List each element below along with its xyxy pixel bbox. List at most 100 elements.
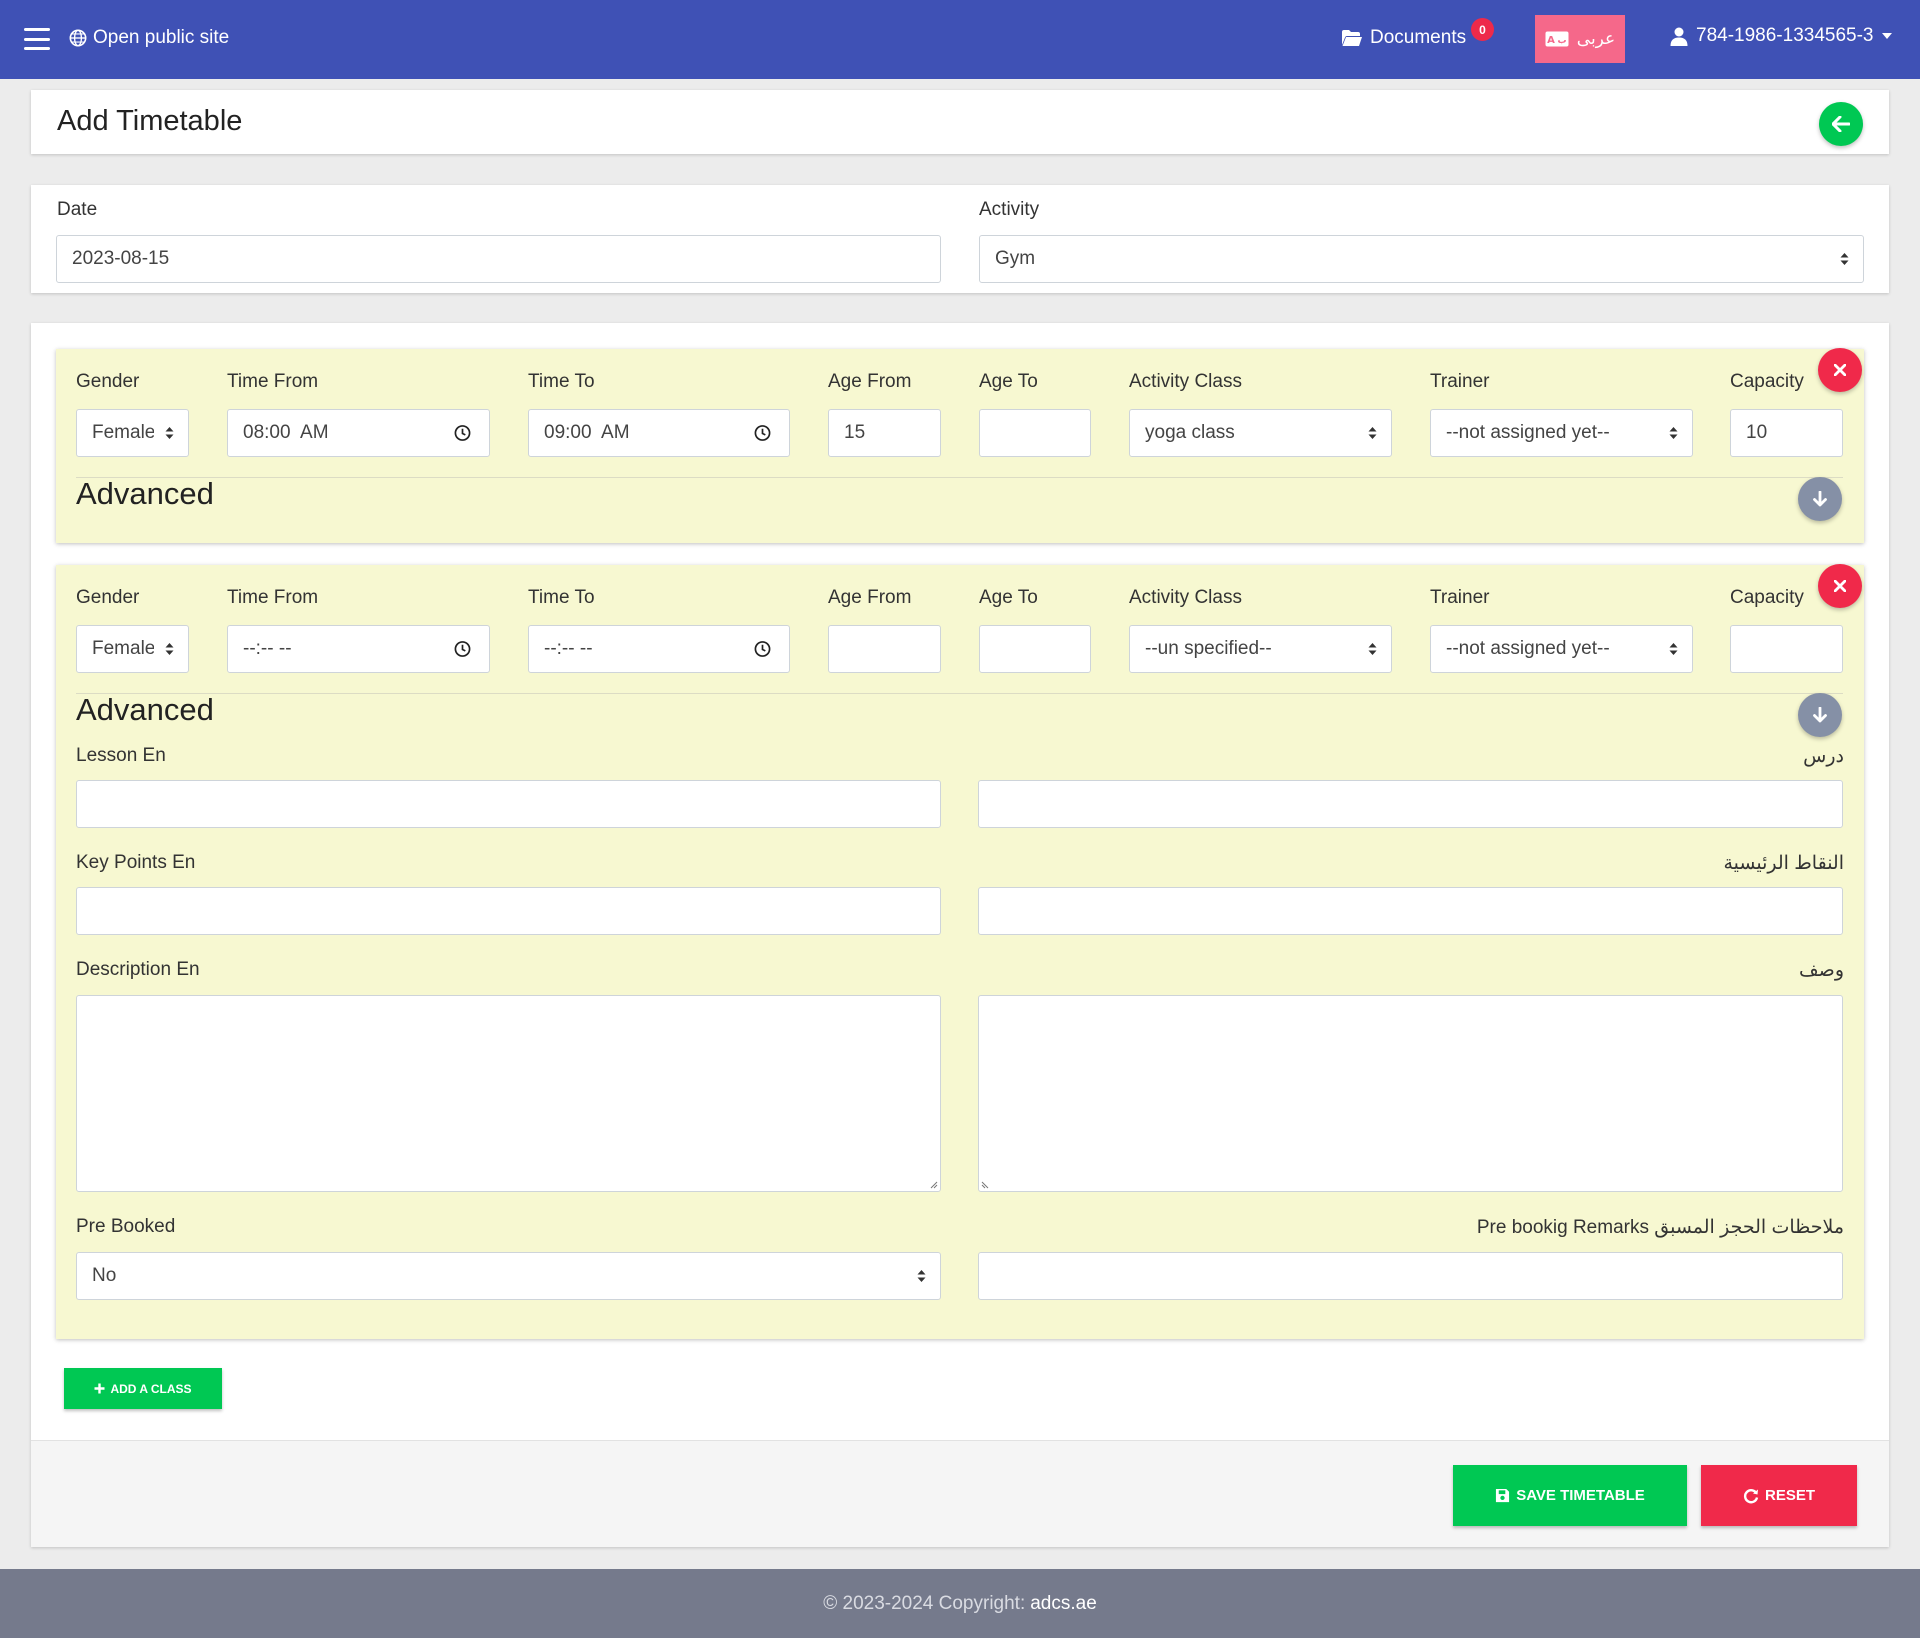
- remove-class-button[interactable]: [1818, 348, 1862, 392]
- top-navbar: Open public site Documents 0 Aب عربى 784…: [0, 0, 1920, 79]
- activity-class-select[interactable]: yoga class: [1129, 409, 1392, 457]
- clock-icon[interactable]: [754, 425, 771, 442]
- trainer-value: --not assigned yet--: [1446, 638, 1610, 659]
- save-icon: [1496, 1488, 1510, 1503]
- class-item: Gender Time From Time To Age From Age To…: [56, 564, 1864, 1339]
- close-icon: [1834, 580, 1846, 592]
- svg-text:A: A: [1547, 35, 1555, 46]
- select-arrows-icon: [1368, 643, 1377, 655]
- time-from-value: 08:00 AM: [243, 422, 329, 443]
- activity-select[interactable]: Gym: [979, 235, 1864, 283]
- activity-class-label: Activity Class: [1129, 587, 1242, 608]
- documents-link[interactable]: Documents 0: [1341, 18, 1494, 49]
- clock-icon[interactable]: [454, 425, 471, 442]
- capacity-input[interactable]: [1730, 625, 1843, 673]
- age-from-input[interactable]: 15: [828, 409, 941, 457]
- documents-count-badge: 0: [1471, 18, 1494, 41]
- time-to-label: Time To: [528, 587, 595, 608]
- age-to-label: Age To: [979, 371, 1038, 392]
- footer-site-link[interactable]: adcs.ae: [1030, 1593, 1097, 1615]
- capacity-label: Capacity: [1730, 587, 1804, 608]
- trainer-label: Trainer: [1430, 371, 1490, 392]
- clock-icon[interactable]: [754, 641, 771, 658]
- globe-icon: [69, 29, 87, 47]
- lesson-ar-label: درس: [1803, 746, 1844, 767]
- menu-icon[interactable]: [24, 28, 50, 50]
- remove-class-button[interactable]: [1818, 564, 1862, 608]
- description-en-textarea[interactable]: [76, 995, 941, 1192]
- caret-down-icon: [1881, 33, 1892, 39]
- plus-icon: [94, 1383, 105, 1394]
- documents-label: Documents: [1370, 27, 1467, 48]
- divider: [76, 477, 1843, 478]
- time-to-label: Time To: [528, 371, 595, 392]
- age-to-input[interactable]: [979, 625, 1091, 673]
- gender-label: Gender: [76, 371, 140, 392]
- gender-select[interactable]: Female: [76, 625, 189, 673]
- divider: [76, 693, 1843, 694]
- gender-value: Female: [92, 422, 154, 443]
- capacity-value: 10: [1746, 422, 1768, 443]
- user-icon: [1670, 27, 1688, 46]
- trainer-value: --not assigned yet--: [1446, 422, 1610, 443]
- svg-text:ب: ب: [1557, 36, 1566, 46]
- lesson-en-input[interactable]: [76, 780, 941, 828]
- capacity-label: Capacity: [1730, 371, 1804, 392]
- capacity-input[interactable]: 10: [1730, 409, 1843, 457]
- age-from-value: 15: [844, 422, 866, 443]
- advanced-title: Advanced: [76, 692, 214, 727]
- reset-button[interactable]: RESET: [1701, 1465, 1857, 1526]
- save-timetable-button[interactable]: SAVE TIMETABLE: [1453, 1465, 1687, 1526]
- open-public-site-label: Open public site: [93, 27, 230, 48]
- trainer-select[interactable]: --not assigned yet--: [1430, 409, 1693, 457]
- language-switch-button[interactable]: Aب عربى: [1535, 15, 1625, 63]
- classes-card: Gender Time From Time To Age From Age To…: [31, 323, 1889, 1547]
- page-header-card: Add Timetable: [31, 90, 1889, 154]
- user-menu[interactable]: 784-1986-1334565-3: [1670, 25, 1892, 47]
- activity-class-select[interactable]: --un specified--: [1129, 625, 1392, 673]
- key-points-ar-label: النقاط الرئيسية: [1723, 853, 1845, 874]
- time-from-value: --:-- --: [243, 638, 292, 659]
- copyright-text: © 2023-2024 Copyright:: [823, 1592, 1026, 1614]
- age-from-label: Age From: [828, 371, 912, 392]
- open-public-site-link[interactable]: Open public site: [69, 27, 229, 49]
- select-arrows-icon: [165, 643, 174, 655]
- resize-handle-icon[interactable]: [981, 1179, 991, 1189]
- trainer-select[interactable]: --not assigned yet--: [1430, 625, 1693, 673]
- clock-icon[interactable]: [454, 641, 471, 658]
- date-input[interactable]: 2023-08-15: [56, 235, 941, 283]
- gender-select[interactable]: Female: [76, 409, 189, 457]
- arrow-down-icon: [1813, 491, 1827, 507]
- user-id: 784-1986-1334565-3: [1696, 25, 1874, 46]
- pre-booked-select[interactable]: No: [76, 1252, 941, 1300]
- lesson-ar-input[interactable]: [978, 780, 1843, 828]
- age-from-label: Age From: [828, 587, 912, 608]
- time-from-input[interactable]: --:-- --: [227, 625, 490, 673]
- arrow-left-icon: [1832, 116, 1850, 132]
- refresh-icon: [1743, 1488, 1759, 1503]
- time-to-value: --:-- --: [544, 638, 593, 659]
- time-to-input[interactable]: --:-- --: [528, 625, 790, 673]
- key-points-ar-input[interactable]: [978, 887, 1843, 935]
- advanced-toggle-button[interactable]: [1798, 693, 1842, 737]
- time-to-value: 09:00 AM: [544, 422, 630, 443]
- resize-handle-icon[interactable]: [928, 1179, 938, 1189]
- age-from-input[interactable]: [828, 625, 941, 673]
- language-label: عربى: [1576, 29, 1616, 48]
- reset-label: RESET: [1764, 1487, 1815, 1504]
- date-label: Date: [57, 199, 98, 220]
- add-class-button[interactable]: ADD A CLASS: [64, 1368, 222, 1409]
- time-from-label: Time From: [227, 371, 319, 392]
- time-from-input[interactable]: 08:00 AM: [227, 409, 490, 457]
- time-to-input[interactable]: 09:00 AM: [528, 409, 790, 457]
- pre-booking-remarks-input[interactable]: [978, 1252, 1843, 1300]
- timetable-header-form: Date 2023-08-15 Activity Gym: [31, 185, 1889, 293]
- key-points-en-input[interactable]: [76, 887, 941, 935]
- age-to-input[interactable]: [979, 409, 1091, 457]
- gender-value: Female: [92, 638, 154, 659]
- description-ar-textarea[interactable]: [978, 995, 1843, 1192]
- class-item: Gender Time From Time To Age From Age To…: [56, 348, 1864, 543]
- advanced-toggle-button[interactable]: [1798, 477, 1842, 521]
- back-button[interactable]: [1819, 102, 1863, 146]
- language-icon: Aب: [1545, 31, 1569, 47]
